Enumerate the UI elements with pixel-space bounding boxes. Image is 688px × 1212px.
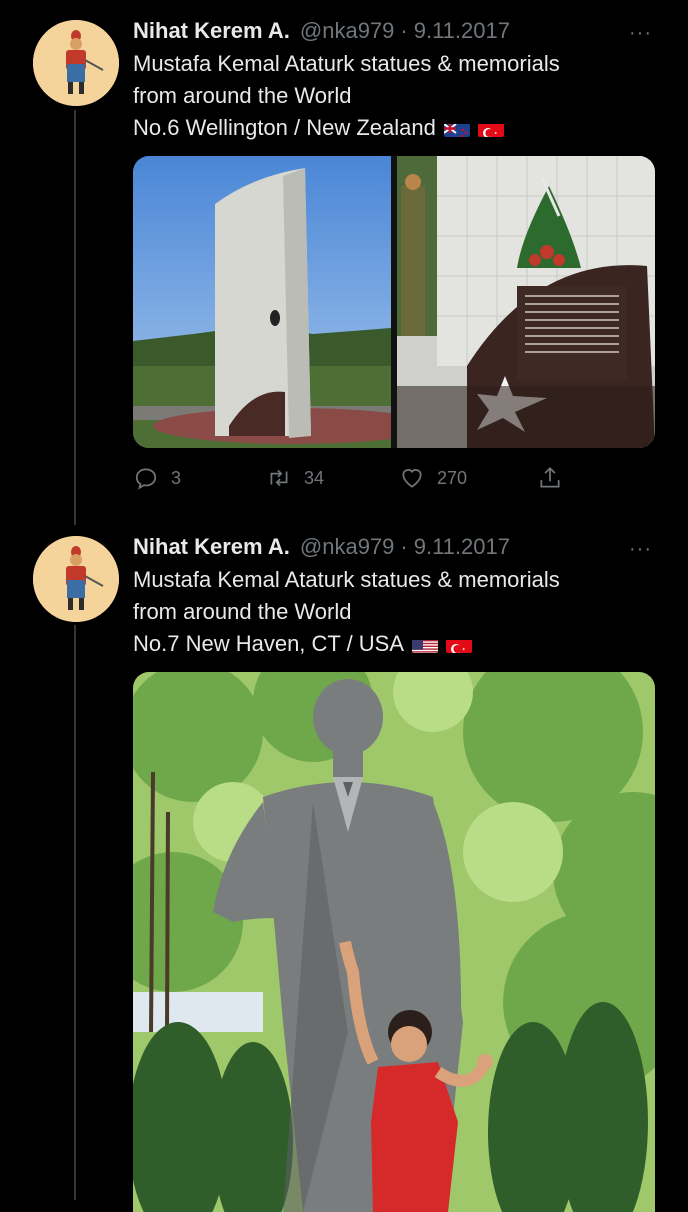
tweet-text-line: Mustafa Kemal Ataturk statues & memorial… (133, 51, 560, 76)
tweet[interactable]: Nihat Kerem A. @nka979 · 9.11.2017 ··· M… (0, 530, 688, 1212)
share-button[interactable] (537, 465, 563, 491)
tweet-text-line: Mustafa Kemal Ataturk statues & memorial… (133, 567, 560, 592)
memorial-photo-right[interactable] (397, 156, 655, 448)
turkey-flag-icon (446, 635, 473, 653)
author-handle[interactable]: @nka979 (300, 18, 395, 44)
separator-dot: · (400, 534, 408, 559)
tweet-date[interactable]: 9.11.2017 (414, 534, 510, 560)
tweet-header: Nihat Kerem A. @nka979 · 9.11.2017 (133, 18, 510, 48)
share-icon (540, 467, 560, 488)
like-button[interactable]: 270 (399, 465, 537, 491)
tweet-text-line-with-flags: No.7 New Haven, CT / USA (133, 628, 560, 660)
separator-dot: · (400, 18, 408, 43)
retweet-button[interactable]: 34 (266, 465, 399, 491)
author-name[interactable]: Nihat Kerem A. (133, 534, 290, 560)
more-options-icon[interactable]: ··· (629, 22, 652, 45)
avatar[interactable] (33, 20, 119, 106)
usa-flag-icon (412, 635, 439, 653)
tweet-text-line: from around the World (133, 599, 352, 624)
heart-icon (402, 469, 422, 488)
avatar-figure-icon (33, 536, 119, 622)
tweet-header: Nihat Kerem A. @nka979 · 9.11.2017 (133, 534, 510, 564)
avatar[interactable] (33, 536, 119, 622)
avatar-figure-icon (33, 20, 119, 106)
tweet-text: Mustafa Kemal Ataturk statues & memorial… (133, 48, 560, 144)
tweet-text: Mustafa Kemal Ataturk statues & memorial… (133, 564, 560, 660)
tweet-media[interactable] (133, 156, 655, 448)
memorial-photo-left[interactable] (133, 156, 391, 448)
tweet-text-line-with-flags: No.6 Wellington / New Zealand (133, 112, 560, 144)
tweet[interactable]: Nihat Kerem A. @nka979 · 9.11.2017 ··· M… (0, 0, 688, 530)
new-zealand-flag-icon (443, 119, 470, 137)
reply-count: 3 (171, 467, 182, 488)
retweet-count: 34 (304, 467, 325, 488)
tweet-text-line: from around the World (133, 83, 352, 108)
tweet-text-line: No.6 Wellington / New Zealand (133, 115, 436, 140)
reply-icon (135, 468, 157, 490)
tweet-actions: 3 34 270 (133, 465, 573, 491)
author-handle[interactable]: @nka979 (300, 534, 395, 560)
like-count: 270 (437, 467, 468, 488)
retweet-icon (270, 469, 288, 487)
author-name[interactable]: Nihat Kerem A. (133, 18, 290, 44)
statue-photo[interactable] (133, 672, 655, 1212)
reply-button[interactable]: 3 (133, 465, 266, 491)
more-options-icon[interactable]: ··· (629, 538, 652, 561)
tweet-text-line: No.7 New Haven, CT / USA (133, 631, 405, 656)
tweet-media[interactable] (133, 672, 655, 1212)
tweet-date[interactable]: 9.11.2017 (414, 18, 510, 44)
turkey-flag-icon (477, 119, 504, 137)
